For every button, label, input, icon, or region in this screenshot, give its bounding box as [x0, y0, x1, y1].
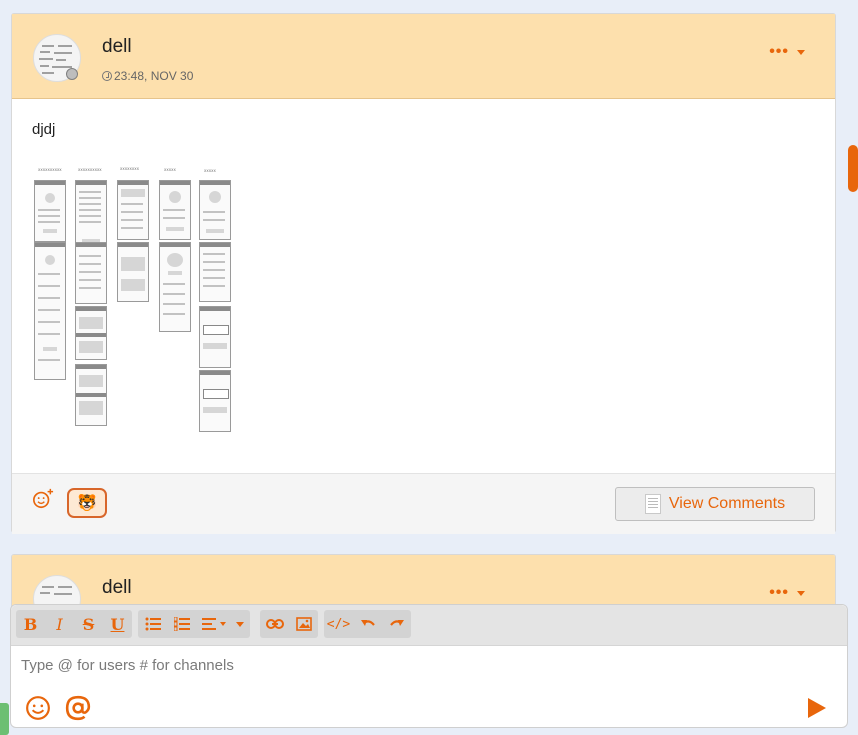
code-icon[interactable]: </> — [324, 610, 353, 638]
timestamp-text: 23:48, NOV 30 — [114, 69, 194, 83]
side-panel-edge — [0, 703, 9, 735]
italic-icon[interactable]: I — [45, 610, 74, 638]
post-card: dell 23:48, NOV 30 ••• djdj xxxxxxxxxx x… — [11, 13, 836, 534]
insert-group — [260, 610, 318, 638]
author-name[interactable]: dell — [102, 577, 132, 599]
post-more-menu[interactable]: ••• — [769, 584, 805, 601]
redo-icon[interactable] — [382, 610, 411, 638]
image-attachment[interactable]: xxxxxxxxxx xxxxxxxxxx xxxxxxxx xxxxx xxx… — [32, 166, 232, 436]
underline-icon[interactable]: U — [103, 610, 132, 638]
chevron-down-icon — [797, 590, 805, 596]
author-name[interactable]: dell — [102, 36, 132, 58]
post-footer: 🐯 View Comments — [12, 473, 835, 534]
chevron-down-icon — [236, 621, 244, 627]
bullet-list-icon[interactable] — [138, 610, 167, 638]
post-timestamp: 23:48, NOV 30 — [102, 69, 193, 83]
message-composer: B I S U </> Type @ for users # for chann… — [10, 604, 848, 728]
numbered-list-icon[interactable] — [167, 610, 196, 638]
undo-icon[interactable] — [353, 610, 382, 638]
more-dots-icon: ••• — [769, 584, 789, 601]
misc-group: </> — [324, 610, 411, 638]
scrollbar-thumb[interactable] — [848, 145, 858, 192]
presence-status-dot — [66, 68, 78, 80]
view-comments-button[interactable]: View Comments — [615, 487, 815, 521]
image-icon[interactable] — [289, 610, 318, 638]
composer-actions — [11, 693, 847, 725]
link-icon[interactable] — [260, 610, 289, 638]
emoji-icon[interactable] — [25, 695, 51, 721]
document-thumbnail-icon — [644, 494, 661, 514]
message-input[interactable]: Type @ for users # for channels — [21, 657, 234, 674]
reaction-chip[interactable]: 🐯 — [67, 488, 107, 518]
chevron-down-icon — [220, 622, 226, 626]
send-icon[interactable] — [807, 697, 827, 719]
list-group — [138, 610, 250, 638]
formatting-toolbar: B I S U </> — [11, 605, 847, 646]
post-header: dell 23:48, NOV 30 ••• — [12, 14, 835, 99]
more-dots-icon: ••• — [769, 43, 789, 60]
bold-icon[interactable]: B — [16, 610, 45, 638]
align-icon[interactable] — [196, 610, 250, 638]
add-reaction-icon[interactable] — [32, 488, 54, 510]
tiger-emoji-icon: 🐯 — [77, 495, 97, 512]
chevron-down-icon — [797, 49, 805, 55]
post-more-menu[interactable]: ••• — [769, 43, 805, 60]
post-body-text: djdj — [32, 121, 56, 138]
strikethrough-icon[interactable]: S — [74, 610, 103, 638]
mention-icon[interactable] — [65, 695, 91, 721]
view-comments-label: View Comments — [668, 495, 786, 512]
text-style-group: B I S U — [16, 610, 132, 638]
clock-icon — [102, 71, 112, 81]
